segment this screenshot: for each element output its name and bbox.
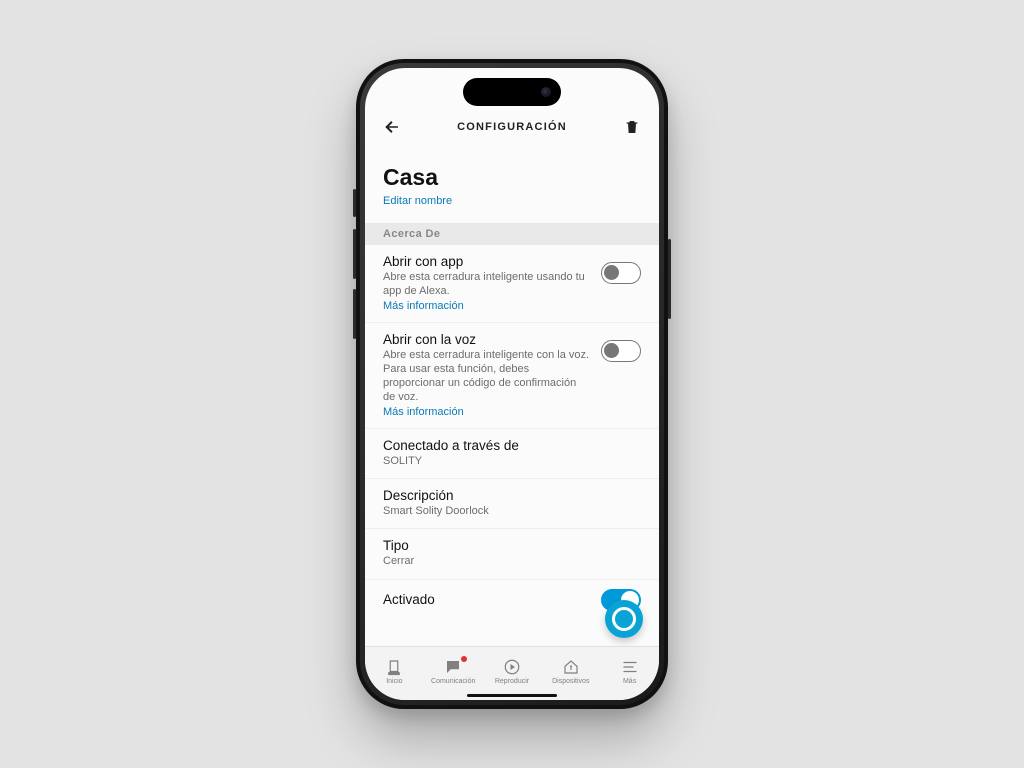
enabled-title: Activado	[383, 592, 591, 607]
stage: CONFIGURACIÓN Casa Editar nombre Acerca …	[0, 0, 1024, 768]
open-app-title: Abrir con app	[383, 254, 591, 269]
delete-button[interactable]	[621, 116, 643, 138]
tab-play[interactable]: Reproducir	[483, 658, 542, 685]
tab-home[interactable]: Inicio	[365, 658, 424, 685]
front-camera	[541, 87, 551, 97]
home-icon	[385, 658, 403, 676]
open-voice-title: Abrir con la voz	[383, 332, 591, 347]
alexa-fab[interactable]	[605, 600, 643, 638]
tab-devices-label: Dispositivos	[552, 678, 589, 685]
back-button[interactable]	[381, 116, 403, 138]
open-app-sub: Abre esta cerradura inteligente usando t…	[383, 270, 591, 299]
tab-bar: Inicio Comunicación Reproducir Dispositi…	[365, 646, 659, 700]
phone-frame: CONFIGURACIÓN Casa Editar nombre Acerca …	[356, 59, 668, 709]
open-voice-more-link[interactable]: Más información	[383, 406, 591, 418]
alexa-ring-icon	[612, 607, 636, 631]
open-app-more-link[interactable]: Más información	[383, 300, 591, 312]
settings-list: Abrir con app Abre esta cerradura inteli…	[365, 245, 659, 646]
description-value: Smart Solity Doorlock	[383, 504, 641, 518]
notification-dot	[461, 656, 467, 662]
row-description[interactable]: Descripción Smart Solity Doorlock	[365, 479, 659, 529]
tab-more[interactable]: Más	[600, 658, 659, 685]
tab-devices[interactable]: Dispositivos	[541, 658, 600, 685]
app-header: CONFIGURACIÓN	[365, 112, 659, 148]
row-open-with-app: Abrir con app Abre esta cerradura inteli…	[365, 245, 659, 323]
phone-silence-switch	[353, 189, 356, 217]
device-title-section: Casa Editar nombre	[365, 148, 659, 209]
row-connected-via[interactable]: Conectado a través de SOLITY	[365, 429, 659, 479]
tab-play-label: Reproducir	[495, 678, 529, 685]
tab-more-label: Más	[623, 678, 636, 685]
tab-communication[interactable]: Comunicación	[424, 658, 483, 685]
connected-value: SOLITY	[383, 454, 641, 468]
device-name: Casa	[383, 164, 641, 191]
type-title: Tipo	[383, 538, 641, 553]
devices-icon	[562, 658, 580, 676]
open-voice-sub: Abre esta cerradura inteligente con la v…	[383, 348, 591, 405]
chat-icon	[444, 658, 462, 676]
phone-volume-down	[353, 289, 356, 339]
edit-name-link[interactable]: Editar nombre	[383, 195, 452, 207]
about-group-header: Acerca De	[365, 223, 659, 245]
row-type[interactable]: Tipo Cerrar	[365, 529, 659, 579]
play-icon	[503, 658, 521, 676]
row-open-with-voice: Abrir con la voz Abre esta cerradura int…	[365, 323, 659, 429]
connected-title: Conectado a través de	[383, 438, 641, 453]
open-voice-toggle[interactable]	[601, 340, 641, 362]
arrow-left-icon	[383, 118, 401, 136]
type-value: Cerrar	[383, 554, 641, 568]
phone-power-button	[668, 239, 671, 319]
phone-volume-up	[353, 229, 356, 279]
trash-icon	[624, 119, 640, 135]
more-icon	[621, 658, 639, 676]
tab-home-label: Inicio	[386, 678, 402, 685]
screen: CONFIGURACIÓN Casa Editar nombre Acerca …	[365, 68, 659, 700]
home-indicator[interactable]	[467, 694, 557, 697]
dynamic-island	[463, 78, 561, 106]
open-app-toggle[interactable]	[601, 262, 641, 284]
app-content: CONFIGURACIÓN Casa Editar nombre Acerca …	[365, 68, 659, 646]
tab-comm-label: Comunicación	[431, 678, 475, 685]
description-title: Descripción	[383, 488, 641, 503]
header-title: CONFIGURACIÓN	[403, 121, 621, 133]
